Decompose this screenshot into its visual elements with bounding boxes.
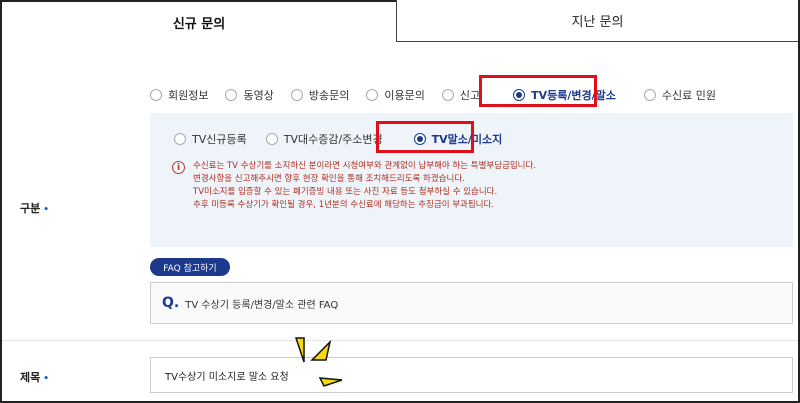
highlight-box-category	[479, 75, 597, 107]
highlight-box-sub-option	[376, 121, 474, 153]
radio-circle[interactable]	[643, 89, 656, 101]
radio-label: 회원정보	[168, 89, 209, 102]
radio-license-fee[interactable]: 수신료 민원	[643, 87, 716, 103]
notice-line: 수신료는 TV 수상기를 소지하신 분이라면 시청여부와 관계없이 납부해야 하…	[193, 161, 537, 171]
radio-label: 동영상	[243, 89, 274, 102]
radio-member-info[interactable]: 회원정보	[150, 87, 208, 103]
notice-line: 변경사항을 신고해주시면 향후 현장 확인을 통해 조치해드리도록 하겠습니다.	[193, 174, 465, 184]
tab-new-inquiry[interactable]: 신규 문의	[2, 2, 396, 42]
tab-new-inquiry-label: 신규 문의	[172, 16, 226, 32]
category-radio-group: 회원정보 동영상 방송문의 이용문의 신고 TV등록/변경/말소 수신료 민원	[150, 86, 733, 104]
title-input[interactable]: TV수상기 미소지로 말소 요청	[150, 357, 793, 393]
required-mark: •	[43, 374, 50, 384]
sparkle-icon	[294, 337, 343, 387]
radio-circle[interactable]	[290, 89, 303, 101]
radio-report[interactable]: 신고	[441, 87, 481, 103]
notice-line: 추후 미등록 수상기가 확인될 경우, 1년분의 수신료에 해당하는 추징금이 …	[193, 200, 495, 210]
title-label: 제목 •	[20, 369, 49, 385]
required-mark: •	[43, 205, 50, 215]
divider	[2, 340, 798, 341]
radio-usage[interactable]: 이용문의	[366, 87, 425, 103]
category-label: 구분 •	[20, 200, 49, 216]
title-label-text: 제목	[20, 371, 41, 384]
faq-link[interactable]: Q. TV 수상기 등록/변경/말소 관련 FAQ	[150, 282, 793, 324]
radio-label: 방송문의	[308, 89, 350, 102]
radio-label: 수신료 민원	[661, 89, 716, 102]
radio-circle[interactable]	[441, 89, 454, 101]
radio-broadcast[interactable]: 방송문의	[290, 87, 350, 103]
notice-block: i 수신료는 TV 수상기를 소지하신 분이라면 시청여부와 관계없이 납부해야…	[172, 160, 536, 212]
tab-past-inquiry[interactable]: 지난 문의	[396, 0, 798, 42]
radio-tv-count-address[interactable]: TV대수증감/주소변경	[265, 131, 383, 147]
radio-label: TV대수증감/주소변경	[283, 133, 383, 146]
tab-past-inquiry-label: 지난 문의	[571, 15, 624, 30]
info-icon: i	[172, 161, 185, 174]
radio-tv-new[interactable]: TV신규등록	[174, 131, 247, 147]
category-label-text: 구분	[20, 202, 41, 215]
radio-circle[interactable]	[174, 133, 186, 145]
faq-q-mark: Q.	[162, 295, 180, 311]
radio-circle[interactable]	[150, 89, 162, 101]
radio-label: 이용문의	[384, 89, 425, 102]
faq-question: TV 수상기 등록/변경/말소 관련 FAQ	[185, 299, 339, 311]
radio-video[interactable]: 동영상	[225, 87, 274, 103]
radio-circle[interactable]	[265, 133, 278, 145]
faq-button-label: FAQ 참고하기	[163, 263, 217, 274]
radio-label: TV신규등록	[192, 133, 247, 146]
title-input-value: TV수상기 미소지로 말소 요청	[165, 371, 289, 383]
radio-label: 신고	[459, 89, 481, 102]
faq-button[interactable]: FAQ 참고하기	[150, 258, 230, 276]
notice-line: TV미소지를 입증할 수 있는 폐기증빙 내용 또는 사진 자료 등도 첨부하실…	[193, 187, 498, 197]
radio-circle[interactable]	[225, 89, 238, 101]
radio-circle[interactable]	[366, 89, 379, 101]
